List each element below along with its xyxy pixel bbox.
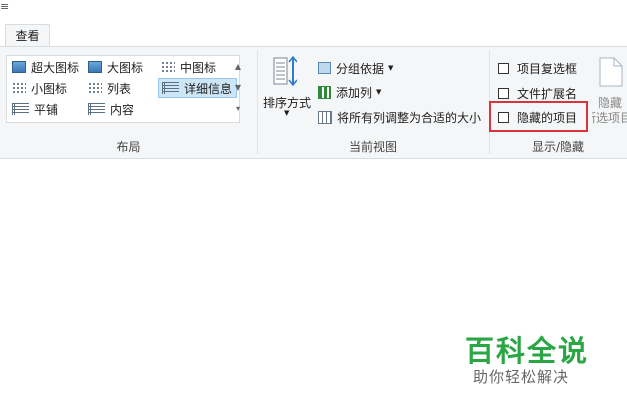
layout-item-label: 中图标 [180,60,217,75]
medium-icons-icon [161,61,175,73]
layout-item-label: 列表 [107,81,132,96]
sort-by-button[interactable]: 排序方式 ▼ [263,56,311,126]
list-icon [88,82,102,94]
extra-large-icons-icon [12,61,26,73]
chevron-down-icon: ▼ [388,64,394,72]
layout-small-icons[interactable]: 小图标 [12,79,67,97]
content-icon [88,103,105,115]
layout-content[interactable]: 内容 [88,100,134,118]
scroll-up-icon[interactable]: ▲ [231,56,245,77]
layout-item-label: 详细信息 [184,81,233,96]
hide-selected-label-line2: 所选项目 [592,111,627,125]
item-checkboxes-toggle[interactable]: 项目复选框 [498,58,577,78]
gallery-expand-icon[interactable]: ▾ [231,98,245,119]
layout-tiles[interactable]: 平铺 [12,100,58,118]
watermark-title: 百科全说 [465,334,590,368]
layout-item-label: 小图标 [31,81,68,96]
group-by-button[interactable]: 分组依据 ▼ [318,58,393,78]
layout-details[interactable]: 详细信息 [158,78,237,98]
scroll-down-icon[interactable]: ▼ [231,77,245,98]
tab-view[interactable]: 查看 [5,24,50,47]
menu-edge-glyph: ≡ [0,0,10,13]
highlight-annotation [489,101,588,132]
layout-item-label: 大图标 [107,60,144,75]
large-icons-icon [88,61,102,73]
ribbon-tab-bar [0,0,627,47]
layout-list[interactable]: 列表 [88,79,131,97]
add-columns-label: 添加列 [336,85,373,100]
details-icon [162,82,179,94]
layout-extra-large-icons[interactable]: 超大图标 [12,58,79,76]
group-by-icon [318,62,331,74]
layout-item-label: 超大图标 [31,60,80,75]
layout-medium-icons[interactable]: 中图标 [161,58,216,76]
sort-icon [273,56,297,87]
item-checkboxes-label: 项目复选框 [517,61,578,76]
chevron-down-icon: ▼ [284,109,290,117]
hide-selected-icon [599,57,623,87]
add-columns-button[interactable]: 添加列 ▼ [318,82,381,102]
group-by-label: 分组依据 [336,61,385,76]
file-extensions-checkbox[interactable] [498,87,509,99]
layout-large-icons[interactable]: 大图标 [88,58,143,76]
file-extensions-toggle[interactable]: 文件扩展名 [498,83,577,103]
file-extensions-label: 文件扩展名 [517,86,578,101]
add-columns-icon [318,85,331,99]
hide-selected-items-button[interactable]: 隐藏 所选项目 [592,56,627,126]
tiles-icon [12,103,29,115]
size-all-columns-label: 将所有列调整为合适的大小 [337,110,482,125]
size-all-columns-button[interactable]: 将所有列调整为合适的大小 [318,107,481,127]
size-columns-icon [318,110,332,124]
small-icons-icon [12,82,26,94]
item-checkboxes-checkbox[interactable] [498,62,509,74]
chevron-down-icon: ▼ [376,88,382,96]
group-label-show-hide: 显示/隐藏 [531,140,585,154]
layout-item-label: 内容 [110,102,135,117]
layout-gallery-scroll: ▲ ▼ ▾ [231,56,245,120]
group-label-current-view: 当前视图 [348,140,397,154]
layout-item-label: 平铺 [34,102,59,117]
watermark-subtitle: 助你轻松解决 [473,368,570,386]
group-label-layout: 布局 [116,140,141,154]
